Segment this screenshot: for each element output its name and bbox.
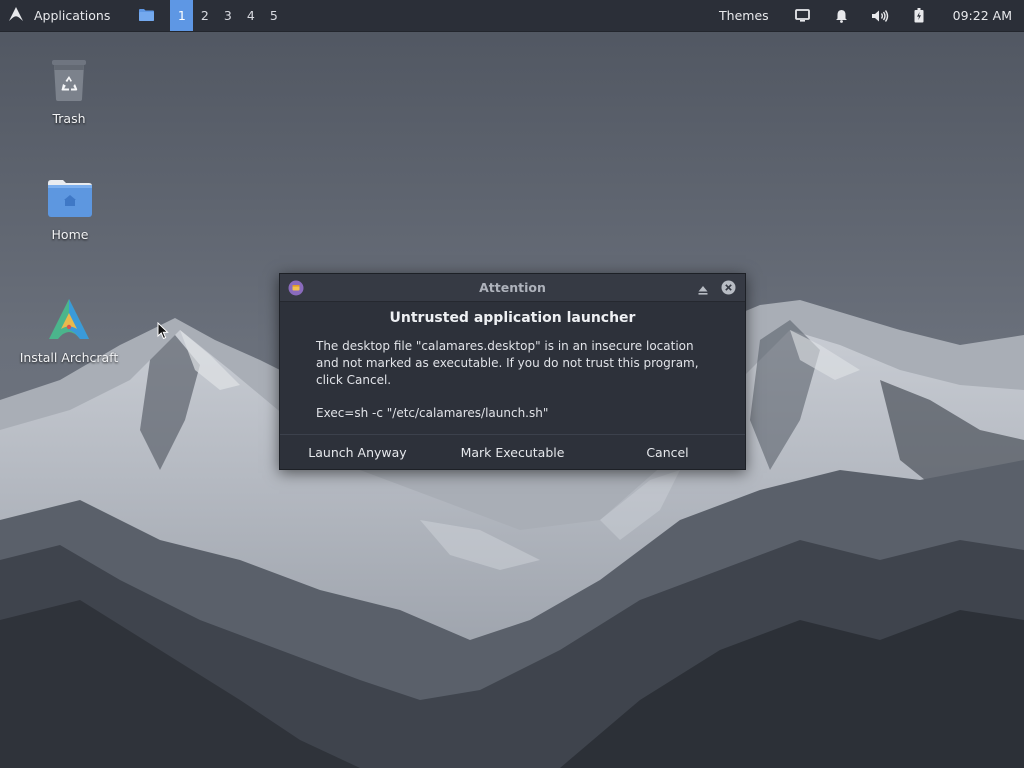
launch-anyway-button[interactable]: Launch Anyway [280,435,435,469]
home-folder-icon [47,178,93,221]
close-icon[interactable] [721,280,736,299]
exec-command-text: Exec=sh -c "/etc/calamares/launch.sh" [316,406,549,420]
display-icon[interactable] [783,0,822,31]
dialog-title: Attention [479,280,546,295]
mouse-cursor-icon [157,321,169,344]
top-panel: Applications 1 2 3 4 5 Themes 09:22 AM [0,0,1024,31]
battery-icon[interactable] [900,0,939,31]
folder-icon [138,8,154,24]
clock[interactable]: 09:22 AM [939,0,1024,31]
arch-logo-icon [8,6,34,25]
workspace-5[interactable]: 5 [262,0,285,31]
dialog-message: The desktop file "calamares.desktop" is … [316,339,699,387]
dialog-heading: Untrusted application launcher [389,310,636,326]
applications-menu-button[interactable]: Applications [0,0,118,31]
volume-icon[interactable] [861,0,900,31]
dialog-app-icon [288,280,304,300]
dialog-titlebar[interactable]: Attention [280,274,745,302]
desktop-icon-home[interactable]: Home [15,178,125,242]
desktop-icon-label: Home [51,227,89,242]
themes-button[interactable]: Themes [705,0,783,31]
cancel-button[interactable]: Cancel [590,435,745,469]
mark-executable-button[interactable]: Mark Executable [435,435,590,469]
dialog-button-row: Launch Anyway Mark Executable Cancel [280,434,745,469]
workspace-2[interactable]: 2 [193,0,216,31]
desktop-icon-install-archcraft[interactable]: Install Archcraft [14,297,124,365]
desktop-icon-label: Install Archcraft [19,350,119,365]
trash-icon [49,58,89,105]
workspace-switcher: 1 2 3 4 5 [170,0,285,31]
workspace-4[interactable]: 4 [239,0,262,31]
desktop-icon-label: Trash [52,111,86,126]
file-manager-launcher[interactable] [130,0,162,31]
attention-dialog: Attention Untrusted application launcher… [279,273,746,470]
applications-label: Applications [34,8,111,23]
shade-icon[interactable] [697,281,709,300]
workspace-3[interactable]: 3 [216,0,239,31]
workspace-1[interactable]: 1 [170,0,194,31]
desktop-icon-trash[interactable]: Trash [14,58,124,126]
bell-icon[interactable] [822,0,861,31]
archcraft-installer-icon [47,297,91,344]
